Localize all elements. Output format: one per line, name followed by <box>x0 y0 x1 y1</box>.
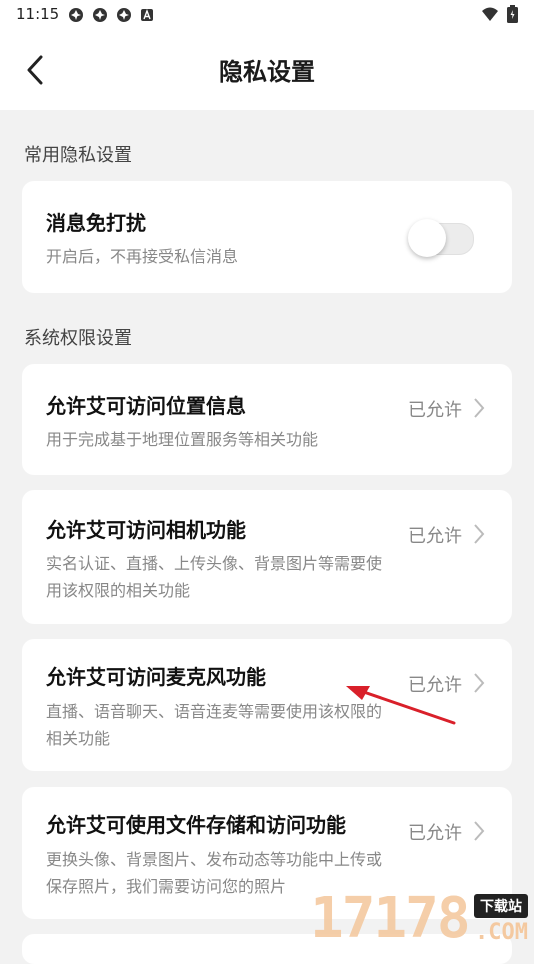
permission-row-location[interactable]: 允许艾可访问位置信息 用于完成基于地理位置服务等相关功能 已允许 <box>22 364 512 475</box>
watermark-number: 17178 <box>310 886 471 951</box>
page-title: 隐私设置 <box>219 58 315 86</box>
dnd-card: 消息免打扰 开启后，不再接受私信消息 <box>22 181 512 293</box>
permission-title: 允许艾可访问相机功能 <box>46 518 246 542</box>
status-bar: 11:15 <box>0 0 534 30</box>
dnd-toggle[interactable] <box>408 219 474 257</box>
permission-status: 已允许 <box>408 400 462 421</box>
notification-icon <box>117 8 131 22</box>
permission-status: 已允许 <box>408 526 462 547</box>
battery-icon <box>507 5 518 23</box>
status-time: 11:15 <box>16 5 60 23</box>
annotation-arrow-icon <box>346 686 456 725</box>
nav-bar: 隐私设置 <box>0 30 534 110</box>
status-notification-icons <box>68 7 154 23</box>
status-system-icons <box>481 5 518 23</box>
section-label-system: 系统权限设置 <box>24 328 132 349</box>
dnd-title: 消息免打扰 <box>46 211 146 235</box>
wifi-icon <box>482 7 498 21</box>
notification-icon <box>93 8 107 22</box>
dnd-desc: 开启后，不再接受私信消息 <box>46 247 239 266</box>
section-label-common: 常用隐私设置 <box>24 145 132 166</box>
watermark-logo: 17178 下载站 .COM <box>310 888 534 950</box>
a-icon <box>141 9 153 21</box>
permission-title: 允许艾可使用文件存储和访问功能 <box>46 813 346 837</box>
chevron-right-icon <box>474 673 485 693</box>
notification-icon <box>69 8 83 22</box>
permission-row-camera[interactable]: 允许艾可访问相机功能 实名认证、直播、上传头像、背景图片等需要使用该权限的相关功… <box>22 490 512 624</box>
chevron-right-icon <box>474 821 485 841</box>
watermark-domain: .COM <box>475 920 528 945</box>
toggle-knob <box>408 219 446 257</box>
watermark-badge: 下载站 <box>474 894 528 918</box>
permission-title: 允许艾可访问麦克风功能 <box>46 665 266 689</box>
permission-status: 已允许 <box>408 823 462 844</box>
chevron-right-icon <box>474 398 485 418</box>
permission-title: 允许艾可访问位置信息 <box>46 394 246 418</box>
permission-desc: 用于完成基于地理位置服务等相关功能 <box>46 430 319 449</box>
chevron-right-icon <box>474 524 485 544</box>
permission-desc: 实名认证、直播、上传头像、背景图片等需要使用该权限的相关功能 <box>46 554 383 600</box>
